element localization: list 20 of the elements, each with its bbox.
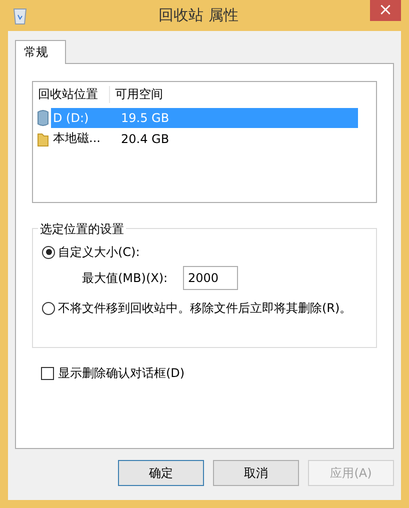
radio-button[interactable]: [42, 246, 55, 258]
option-label: 自定义大小(C):: [58, 244, 140, 260]
dialog-button[interactable]: 确定: [118, 460, 204, 486]
max-size-field[interactable]: 2000: [183, 266, 238, 290]
drive-icon: [37, 110, 49, 126]
tab[interactable]: 常规: [15, 40, 66, 64]
column-header[interactable]: 可用空间: [110, 86, 205, 103]
option-label: 不将文件移到回收站中。移除文件后立即将其删除(R)。: [58, 300, 352, 316]
list-item[interactable]: 本地磁... 20.4 GB: [51, 128, 358, 148]
close-button[interactable]: ×: [370, 0, 401, 21]
checkbox-label: 显示删除确认对话框(D): [58, 364, 185, 382]
folder-icon: [37, 130, 49, 146]
window-title: 回收站 属性: [158, 6, 240, 25]
group-title: 选定位置的设置: [38, 221, 126, 238]
column-header[interactable]: 回收站位置: [38, 86, 110, 103]
dialog-button[interactable]: 取消: [213, 460, 299, 486]
checkbox[interactable]: [41, 366, 54, 380]
recycle-bin-icon: [13, 6, 27, 24]
radio-button[interactable]: [42, 302, 55, 314]
max-size-label: 最大值(MB)(X):: [82, 270, 169, 286]
